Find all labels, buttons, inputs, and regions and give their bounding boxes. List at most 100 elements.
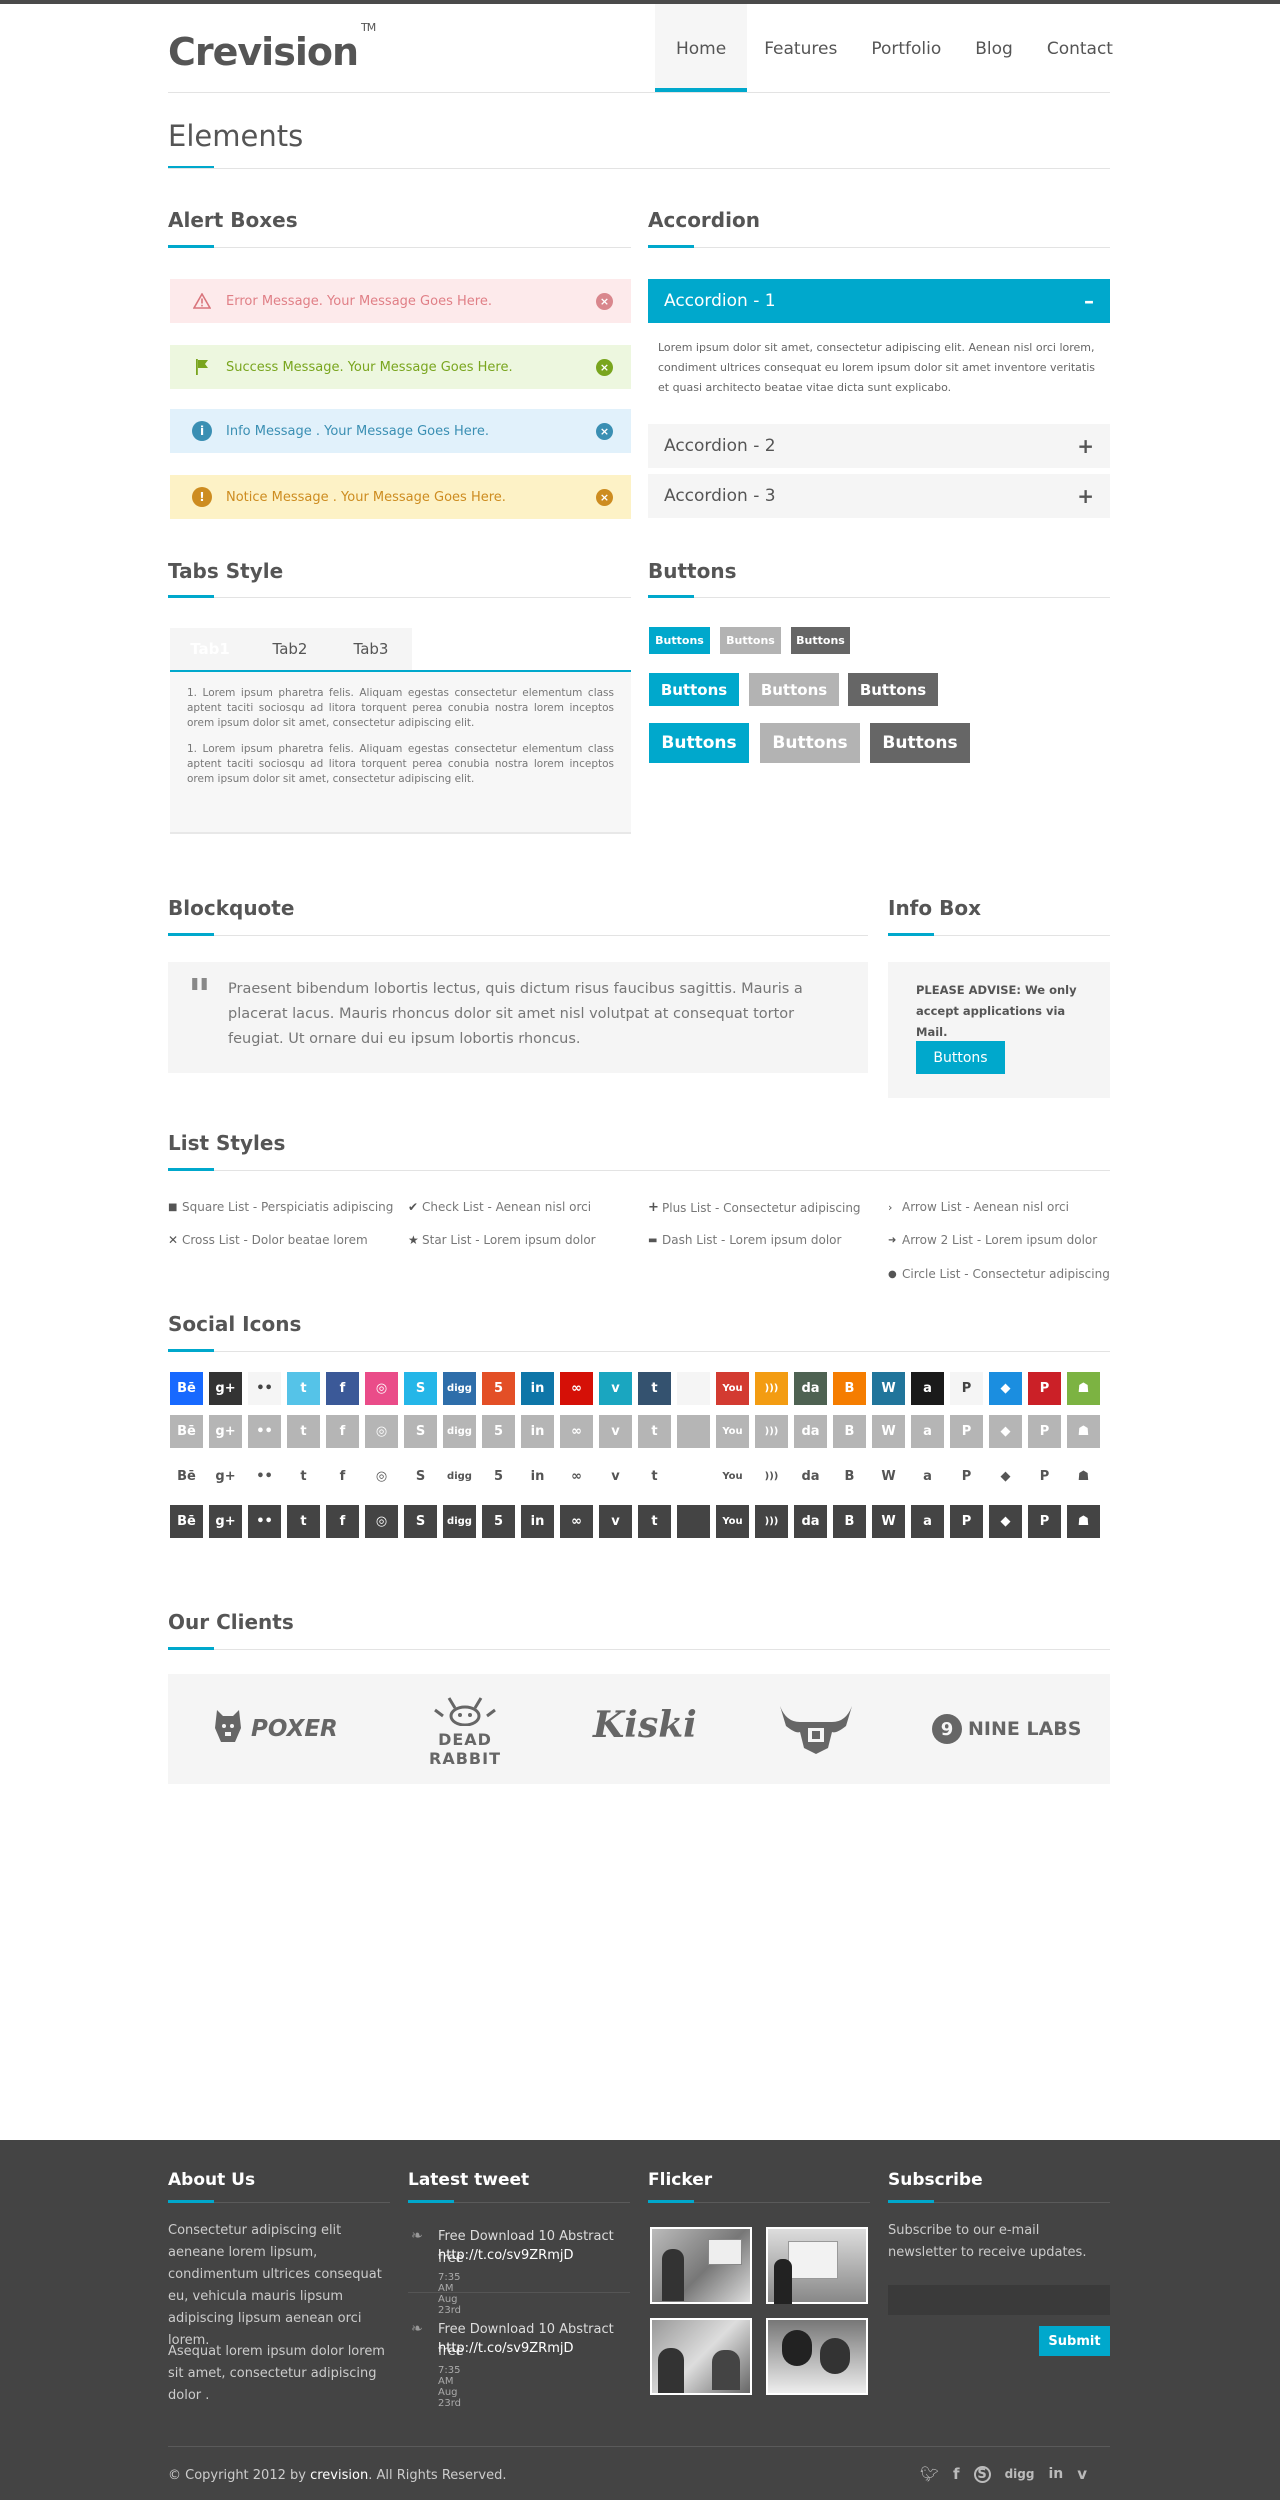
tab-2[interactable]: Tab2 <box>250 628 330 671</box>
skype-icon[interactable]: S <box>404 1415 437 1448</box>
deviantart-icon[interactable]: da <box>794 1372 827 1405</box>
twitter-icon[interactable]: t <box>287 1415 320 1448</box>
nav-blog[interactable]: Blog <box>958 4 1030 92</box>
deviantart-icon[interactable]: da <box>794 1505 827 1538</box>
paypal-icon[interactable]: P <box>950 1372 983 1405</box>
paypal-icon[interactable]: P <box>950 1415 983 1448</box>
facebook-icon[interactable]: f <box>326 1460 359 1493</box>
nav-home[interactable]: Home <box>655 4 748 92</box>
flickr-icon[interactable]: •• <box>248 1505 281 1538</box>
nav-features[interactable]: Features <box>747 4 854 92</box>
tab-3[interactable]: Tab3 <box>330 628 412 671</box>
googleplus-icon[interactable]: g+ <box>209 1460 242 1493</box>
vimeo-icon[interactable]: v <box>1077 2465 1087 2483</box>
apple-icon[interactable] <box>677 1460 710 1493</box>
youtube-icon[interactable]: You <box>716 1505 749 1538</box>
html5-icon[interactable]: 5 <box>482 1460 515 1493</box>
android-icon[interactable]: ☗ <box>1067 1415 1100 1448</box>
button-medium-primary[interactable]: Buttons <box>649 673 739 706</box>
submit-button[interactable]: Submit <box>1039 2326 1110 2356</box>
close-icon[interactable]: × <box>596 292 613 310</box>
copyright-brand[interactable]: crevision <box>310 2468 368 2483</box>
youtube-icon[interactable]: You <box>716 1460 749 1493</box>
tweet-link[interactable]: http://t.co/sv9ZRmjD <box>438 2248 574 2263</box>
digg-icon[interactable]: digg <box>443 1415 476 1448</box>
android-icon[interactable]: ☗ <box>1067 1505 1100 1538</box>
accordion-item-1[interactable]: Accordion - 1 – <box>648 279 1110 323</box>
button-medium-dark[interactable]: Buttons <box>848 673 938 706</box>
flicker-photo[interactable] <box>650 2227 752 2304</box>
dribbble-icon[interactable]: ◎ <box>365 1460 398 1493</box>
amazon-icon[interactable]: a <box>911 1415 944 1448</box>
html5-icon[interactable]: 5 <box>482 1372 515 1405</box>
button-large-primary[interactable]: Buttons <box>649 723 749 763</box>
wordpress-icon[interactable]: W <box>872 1505 905 1538</box>
skype-icon[interactable]: S <box>973 2465 991 2483</box>
linkedin-icon[interactable]: in <box>521 1415 554 1448</box>
googleplus-icon[interactable]: g+ <box>209 1372 242 1405</box>
twitter-icon[interactable]: t <box>287 1505 320 1538</box>
facebook-icon[interactable]: f <box>326 1415 359 1448</box>
tumblr-icon[interactable]: t <box>638 1415 671 1448</box>
pinterest-icon[interactable]: P <box>1028 1415 1061 1448</box>
html5-icon[interactable]: 5 <box>482 1415 515 1448</box>
amazon-icon[interactable]: a <box>911 1460 944 1493</box>
amazon-icon[interactable]: a <box>911 1505 944 1538</box>
button-small-grey[interactable]: Buttons <box>720 627 781 654</box>
button-small-dark[interactable]: Buttons <box>791 627 850 654</box>
rss-icon[interactable]: ))) <box>755 1372 788 1405</box>
googleplus-icon[interactable]: g+ <box>209 1415 242 1448</box>
lastfm-icon[interactable]: ∞ <box>560 1372 593 1405</box>
nav-portfolio[interactable]: Portfolio <box>854 4 958 92</box>
accordion-item-2[interactable]: Accordion - 2 + <box>648 424 1110 468</box>
client-viking[interactable] <box>776 1698 856 1762</box>
tumblr-icon[interactable]: t <box>638 1372 671 1405</box>
digg-icon[interactable]: digg <box>1005 2467 1035 2481</box>
client-nine-labs[interactable]: 9 NINE LABS <box>932 1714 1081 1744</box>
amazon-icon[interactable]: a <box>911 1372 944 1405</box>
apple-icon[interactable] <box>677 1505 710 1538</box>
dribbble-icon[interactable]: ◎ <box>365 1505 398 1538</box>
linkedin-icon[interactable]: in <box>521 1372 554 1405</box>
vimeo-icon[interactable]: v <box>599 1460 632 1493</box>
twitter-icon[interactable]: 🐦︎ <box>920 2465 939 2483</box>
dropbox-icon[interactable]: ◆ <box>989 1372 1022 1405</box>
nav-contact[interactable]: Contact <box>1030 4 1130 92</box>
close-icon[interactable]: × <box>596 488 613 506</box>
client-dead-rabbit[interactable]: DEAD RABBIT <box>400 1696 530 1768</box>
skype-icon[interactable]: S <box>404 1505 437 1538</box>
pinterest-icon[interactable]: P <box>1028 1460 1061 1493</box>
lastfm-icon[interactable]: ∞ <box>560 1505 593 1538</box>
accordion-item-3[interactable]: Accordion - 3 + <box>648 474 1110 518</box>
flicker-photo[interactable] <box>766 2318 868 2395</box>
email-field[interactable] <box>888 2285 1110 2315</box>
button-small-primary[interactable]: Buttons <box>649 627 710 654</box>
facebook-icon[interactable]: f <box>326 1372 359 1405</box>
wordpress-icon[interactable]: W <box>872 1415 905 1448</box>
twitter-icon[interactable]: t <box>287 1372 320 1405</box>
blogger-icon[interactable]: B <box>833 1372 866 1405</box>
wordpress-icon[interactable]: W <box>872 1460 905 1493</box>
youtube-icon[interactable]: You <box>716 1372 749 1405</box>
close-icon[interactable]: × <box>596 358 613 376</box>
apple-icon[interactable] <box>677 1415 710 1448</box>
lastfm-icon[interactable]: ∞ <box>560 1460 593 1493</box>
deviantart-icon[interactable]: da <box>794 1460 827 1493</box>
twitter-icon[interactable]: t <box>287 1460 320 1493</box>
facebook-icon[interactable]: f <box>326 1505 359 1538</box>
behance-icon[interactable]: Bē <box>170 1505 203 1538</box>
android-icon[interactable]: ☗ <box>1067 1372 1100 1405</box>
skype-icon[interactable]: S <box>404 1460 437 1493</box>
blogger-icon[interactable]: B <box>833 1460 866 1493</box>
flickr-icon[interactable]: •• <box>248 1415 281 1448</box>
wordpress-icon[interactable]: W <box>872 1372 905 1405</box>
digg-icon[interactable]: digg <box>443 1505 476 1538</box>
linkedin-icon[interactable]: in <box>1048 2466 1063 2482</box>
rss-icon[interactable]: ))) <box>755 1460 788 1493</box>
googleplus-icon[interactable]: g+ <box>209 1505 242 1538</box>
behance-icon[interactable]: Bē <box>170 1460 203 1493</box>
vimeo-icon[interactable]: v <box>599 1372 632 1405</box>
dropbox-icon[interactable]: ◆ <box>989 1505 1022 1538</box>
site-logo[interactable]: CrevisionTM <box>168 21 376 74</box>
button-large-grey[interactable]: Buttons <box>760 723 860 763</box>
